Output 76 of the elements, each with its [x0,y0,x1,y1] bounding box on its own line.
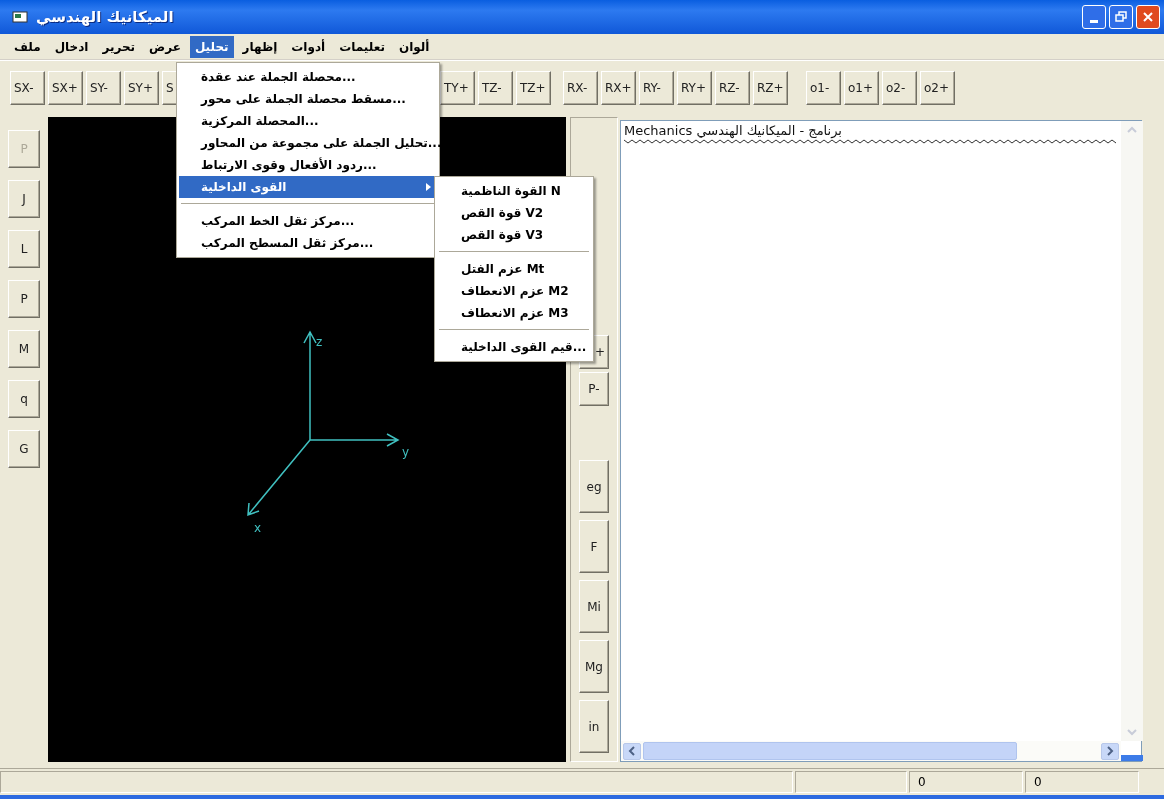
menu-item[interactable]: تحليل [189,35,234,58]
close-button[interactable] [1136,5,1160,29]
side-button[interactable]: L [8,230,40,268]
side-button[interactable]: F [579,520,609,573]
menu-entry[interactable]: مسقط محصلة الجملة على محور... [179,88,437,110]
axis-label: x [254,521,262,535]
side-button[interactable]: eg [579,460,609,513]
toolbar-button[interactable]: RZ+ [753,71,788,105]
submenu-arrow-icon [426,183,431,191]
toolbar-button[interactable]: RZ- [715,71,750,105]
menu-entry[interactable]: عزم الانعطاف M2 [437,280,591,302]
toolbar-button[interactable]: o1+ [844,71,879,105]
menu-entry[interactable]: مركز ثقل الخط المركب... [179,210,437,232]
status-panel: 0 [1025,771,1139,793]
menu-item[interactable]: ملف [9,35,46,58]
menu-entry[interactable]: قوة القص V2 [437,202,591,224]
menu-item[interactable]: إظهار [237,35,283,58]
menu-item[interactable]: ألوان [393,35,435,58]
menu-entry[interactable]: مركز ثقل المسطح المركب... [179,232,437,254]
menu-item[interactable]: تحرير [97,35,141,58]
scroll-right-button[interactable] [1101,742,1119,760]
menu-entry[interactable]: محصلة الجملة عند عقدة... [179,66,437,88]
menu-item[interactable]: ادخال [49,35,94,58]
menu-item[interactable]: أدوات [286,35,331,58]
chevron-down-icon [1126,727,1138,737]
toolbar-button[interactable]: o2- [882,71,917,105]
menu-entry[interactable]: القوى الداخلية [179,176,437,198]
side-button[interactable]: M [8,330,40,368]
toolbar-button[interactable]: SX+ [48,71,83,105]
window-title: الميكانيك الهندسي [36,8,174,26]
side-button[interactable]: Mi [579,580,609,633]
menu-entry[interactable]: ردود الأفعال وقوى الارتباط... [179,154,437,176]
minimize-button[interactable] [1082,5,1106,29]
axis-label: z [316,335,323,349]
menu-entry[interactable]: المحصلة المركزية... [179,110,437,132]
minimize-icon [1090,19,1098,23]
side-button[interactable]: in [579,700,609,753]
side-button[interactable]: G [8,430,40,468]
close-icon [1142,11,1154,23]
side-button[interactable]: P [8,280,40,318]
scroll-left-button[interactable] [623,742,641,760]
toolbar-button[interactable]: TY+ [440,71,475,105]
toolbar-button[interactable]: RY+ [677,71,712,105]
toolbar-button[interactable]: RX- [563,71,598,105]
chevron-right-icon [1106,746,1114,756]
side-button[interactable]: J [8,180,40,218]
horizontal-scrollbar[interactable] [621,741,1121,761]
chevron-left-icon [628,746,636,756]
menu-entry[interactable]: عزم الفتل Mt [437,258,591,280]
size-grip [1121,755,1143,761]
side-button[interactable]: q [8,380,40,418]
toolbar-button[interactable]: o1- [806,71,841,105]
toolbar-button[interactable]: SY- [86,71,121,105]
side-button[interactable]: Mg [579,640,609,693]
restore-icon [1115,11,1127,23]
toolbar-button[interactable]: TZ- [478,71,513,105]
toolbar-button[interactable]: RY- [639,71,674,105]
toolbar-button[interactable]: SX- [10,71,45,105]
status-panel: 0 [909,771,1023,793]
menu-entry[interactable]: قوة القص V3 [437,224,591,246]
window-icon [12,10,28,24]
menu-entry[interactable]: عزم الانعطاف M3 [437,302,591,324]
scroll-thumb[interactable] [643,742,1017,760]
toolbar-button[interactable]: o2+ [920,71,955,105]
toolbar-button[interactable]: RX+ [601,71,636,105]
restore-button[interactable] [1109,5,1133,29]
toolbar-button[interactable]: TZ+ [516,71,551,105]
axis-label: y [402,445,410,459]
chevron-up-icon [1126,125,1138,135]
output-header: Mechanics برنامج - الميكانيك الهندسي [624,123,843,138]
menu-item[interactable]: تعليمات [334,35,390,58]
vertical-scrollbar[interactable] [1121,121,1143,741]
menu-entry[interactable]: القوة الناظمية N [437,180,591,202]
side-button[interactable]: P- [579,372,609,406]
menu-item[interactable]: عرض [144,35,186,58]
toolbar-button[interactable]: SY+ [124,71,159,105]
